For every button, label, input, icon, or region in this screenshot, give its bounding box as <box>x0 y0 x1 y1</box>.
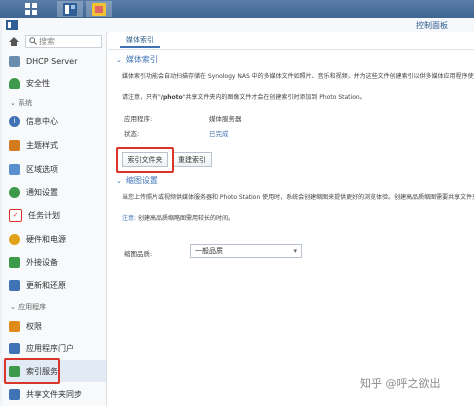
quality-value: 一般品质 <box>195 247 223 255</box>
sidebar-item-shared-folder-sync[interactable]: 共享文件夹同步 <box>2 384 106 404</box>
sidebar-item-label: 通知设置 <box>26 187 58 197</box>
sidebar-item-hardware[interactable]: 硬件和电源 <box>2 229 106 249</box>
note-prefix: 请注意，只有" <box>122 94 161 101</box>
sidebar-item-label: 硬件和电源 <box>26 234 66 244</box>
search-input[interactable]: 搜索 <box>25 34 102 48</box>
sidebar-item-label: 共享文件夹同步 <box>26 389 82 399</box>
portal-icon <box>9 342 20 354</box>
note-bold: /photo <box>160 94 183 101</box>
thumbnail-note: 注意: 创建高品质缩略图需用较长的时间。 <box>122 213 234 222</box>
sidebar-item-label: 任务计划 <box>28 210 60 220</box>
section-heading: 媒体索引 <box>125 55 158 64</box>
media-index-note: 请注意，只有"/photo"共享文件夹内的图像文件才会在创建索引时添加到 Pho… <box>122 92 366 101</box>
sidebar-item-label: 区域选项 <box>26 164 58 174</box>
task-icon: ✓ <box>9 208 22 222</box>
main-menu-button[interactable] <box>20 1 42 17</box>
note-text: 创建高品质缩略图需用较长的时间。 <box>137 215 234 222</box>
status-label: 状态: <box>124 130 140 138</box>
security-icon <box>9 77 20 89</box>
region-icon <box>9 163 20 175</box>
control-panel-window: 控制面板 搜索 DHCP Server 安全性 ⌄ 系统 i 信息中心 主题样式… <box>2 18 474 406</box>
theme-icon <box>9 139 20 151</box>
highlight-index-folder <box>116 147 174 173</box>
sidebar-section-system: ⌄ 系统 <box>10 99 33 107</box>
search-placeholder: 搜索 <box>39 36 55 46</box>
watermark: 知乎 @呼之欲出 <box>360 377 441 390</box>
sidebar-item-label: 信息中心 <box>26 116 58 126</box>
section-label: 应用程序 <box>18 303 47 311</box>
sidebar-item-label: 安全性 <box>26 78 50 88</box>
sidebar-item-security[interactable]: 安全性 <box>2 73 106 93</box>
main-content: 媒体索引 ⌄ 媒体索引 媒体索引功能会自动扫描存储在 Synology NAS … <box>108 32 474 406</box>
window-title: 控制面板 <box>416 21 448 30</box>
grid-icon <box>25 3 37 15</box>
chevron-down-icon: ▾ <box>293 247 297 255</box>
chevron-down-icon: ⌄ <box>116 55 122 64</box>
sidebar-item-app-portal[interactable]: 应用程序门户 <box>2 338 106 358</box>
status-value: 已完成 <box>209 130 229 138</box>
sidebar-item-label: 权限 <box>26 321 42 331</box>
sidebar-item-label: 外接设备 <box>26 257 58 267</box>
sidebar-item-task-scheduler[interactable]: ✓ 任务计划 <box>2 205 106 225</box>
control-panel-icon <box>6 20 18 30</box>
update-icon <box>9 279 20 291</box>
control-panel-icon <box>63 2 77 16</box>
tab-divider <box>108 49 474 50</box>
quality-select[interactable]: 一般品质 ▾ <box>190 244 302 258</box>
sidebar-item-info-center[interactable]: i 信息中心 <box>2 111 106 131</box>
sidebar: 搜索 DHCP Server 安全性 ⌄ 系统 i 信息中心 主题样式 区域选项… <box>2 32 107 406</box>
hardware-icon <box>9 233 20 245</box>
sidebar-item-theme[interactable]: 主题样式 <box>2 135 106 155</box>
sidebar-item-dhcp[interactable]: DHCP Server <box>2 51 106 71</box>
sidebar-item-label: 更新和还原 <box>26 280 66 290</box>
sync-icon <box>9 388 20 400</box>
sidebar-section-apps: ⌄ 应用程序 <box>10 303 47 311</box>
search-icon <box>29 37 37 45</box>
sidebar-item-update-restore[interactable]: 更新和还原 <box>2 275 106 295</box>
section-media-index[interactable]: ⌄ 媒体索引 <box>116 54 158 65</box>
sidebar-item-label: DHCP Server <box>26 56 78 66</box>
window-titlebar: 控制面板 <box>2 18 474 33</box>
chevron-down-icon: ⌄ <box>116 176 122 185</box>
home-button[interactable] <box>6 35 22 47</box>
note-suffix: "共享文件夹内的图像文件才会在创建索引时添加到 Photo Station。 <box>182 94 366 101</box>
reindex-button[interactable]: 重建索引 <box>172 152 212 167</box>
photo-app-icon <box>92 2 106 16</box>
tab-media-index[interactable]: 媒体索引 <box>120 35 160 48</box>
sidebar-item-permission[interactable]: 权限 <box>2 316 106 336</box>
media-index-description: 媒体索引功能会自动扫描存储在 Synology NAS 中的多媒体文件如照片、音… <box>122 73 474 80</box>
sidebar-item-label: 主题样式 <box>26 140 58 150</box>
highlight-index-service <box>4 358 60 384</box>
thumbnail-description: 当您上传照片或视频供媒体服务器和 Photo Station 使用时，系统会创建… <box>122 194 474 201</box>
permission-icon <box>9 320 20 332</box>
section-thumbnail[interactable]: ⌄ 缩图设置 <box>116 175 158 186</box>
sidebar-item-notification[interactable]: 通知设置 <box>2 182 106 202</box>
section-label: 系统 <box>18 99 33 107</box>
sidebar-item-label: 应用程序门户 <box>26 343 74 353</box>
note-label: 注意: <box>122 215 137 222</box>
sidebar-item-external-devices[interactable]: 外接设备 <box>2 252 106 272</box>
home-icon <box>9 36 19 46</box>
app-value: 媒体服务器 <box>209 115 242 123</box>
dhcp-icon <box>9 55 20 67</box>
section-heading: 缩图设置 <box>125 176 158 185</box>
search-bar: 搜索 <box>6 34 102 48</box>
taskbar-control-panel-button[interactable] <box>57 1 83 17</box>
taskbar <box>0 0 474 18</box>
external-device-icon <box>9 256 20 268</box>
sidebar-item-region[interactable]: 区域选项 <box>2 159 106 179</box>
info-icon: i <box>9 115 20 127</box>
app-label: 应用程序: <box>124 115 153 123</box>
quality-label: 缩图品质: <box>124 250 153 258</box>
taskbar-photo-button[interactable] <box>86 1 112 17</box>
notification-icon <box>9 186 20 198</box>
